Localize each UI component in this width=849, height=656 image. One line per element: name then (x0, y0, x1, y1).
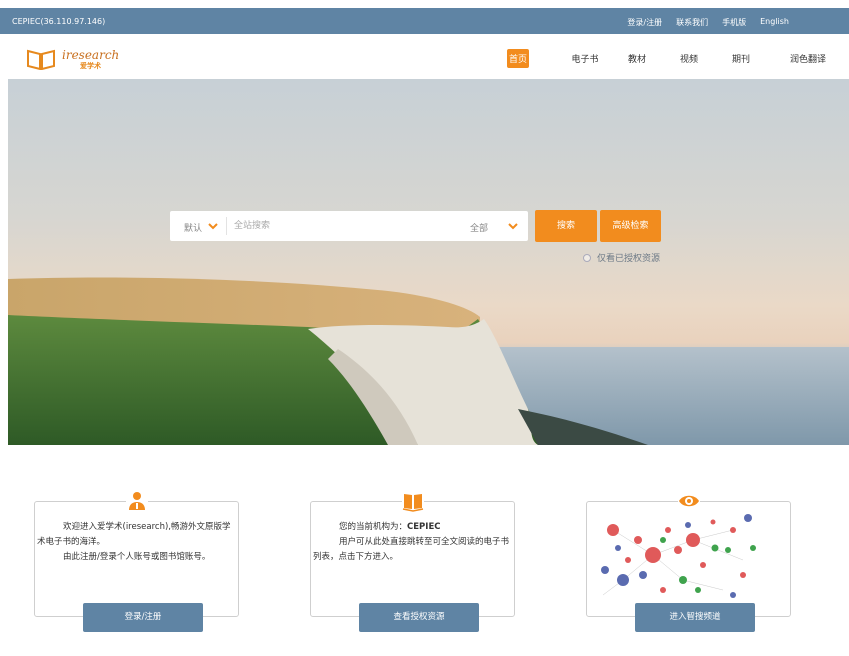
nav-textbooks[interactable]: 教材 (611, 49, 663, 68)
authorized-only-radio[interactable] (583, 253, 591, 262)
authorized-only-label: 仅看已授权资源 (597, 254, 661, 264)
ip-address: CEPIEC(36.110.97.146) (12, 17, 106, 26)
user-icon (125, 490, 148, 512)
header: iresearch 爱学术 首页 电子书 教材 视频 期刊 润色翻译 (0, 34, 849, 79)
book-icon (401, 490, 424, 512)
institution-name: CEPIEC (407, 522, 441, 532)
nav-journals[interactable]: 期刊 (715, 49, 767, 68)
login-register-button[interactable]: 登录/注册 (83, 603, 203, 632)
nav-polish-translate[interactable]: 润色翻译 (767, 49, 849, 68)
main-nav: 首页 电子书 教材 视频 期刊 润色翻译 (507, 49, 849, 68)
hero-banner (8, 79, 849, 445)
nav-ebooks[interactable]: 电子书 (559, 49, 611, 68)
eye-icon (677, 490, 700, 512)
logo-text: iresearch (62, 48, 120, 62)
network-graph-image (601, 514, 756, 598)
english-link[interactable]: English (760, 17, 789, 28)
login-card-text: 欢迎进入爱学术(iresearch),畅游外文原版学术电子书的海洋。 由此注册/… (37, 522, 231, 562)
authorized-only-option[interactable]: 仅看已授权资源 (583, 251, 660, 264)
mobile-version-link[interactable]: 手机版 (722, 17, 746, 28)
view-authorized-button[interactable]: 查看授权资源 (359, 603, 479, 632)
authorized-resources-card: 您的当前机构为：CEPIEC 用户可从此处直接跳转至可全文阅读的电子书列表，点击… (310, 490, 515, 632)
search-scope-select[interactable]: 默认 (184, 221, 202, 234)
top-bar: CEPIEC(36.110.97.146) 登录/注册 联系我们 手机版 Eng… (0, 8, 849, 34)
contact-us-link[interactable]: 联系我们 (676, 17, 708, 28)
smart-search-button[interactable]: 进入智搜频道 (635, 603, 755, 632)
nav-home[interactable]: 首页 (507, 49, 529, 68)
search-category-select[interactable]: 全部 (470, 221, 488, 234)
top-links: 登录/注册 联系我们 手机版 English (627, 17, 849, 28)
chevron-down-icon[interactable] (507, 220, 519, 232)
search-bar: 默认 全部 (170, 211, 528, 241)
advanced-search-button[interactable]: 高级检索 (600, 210, 661, 242)
smart-search-card: 进入智搜频道 (586, 490, 791, 632)
nav-videos[interactable]: 视频 (663, 49, 715, 68)
authorized-card-text: 您的当前机构为：CEPIEC 用户可从此处直接跳转至可全文阅读的电子书列表，点击… (313, 522, 510, 562)
logo-subtext: 爱学术 (80, 62, 101, 70)
search-input[interactable] (234, 218, 444, 234)
search-divider (226, 217, 227, 235)
chevron-down-icon[interactable] (207, 220, 219, 232)
login-register-link[interactable]: 登录/注册 (627, 17, 662, 28)
logo-book-icon (27, 49, 55, 70)
cliff-landscape-image (8, 277, 849, 445)
search-button[interactable]: 搜索 (535, 210, 597, 242)
site-logo[interactable]: iresearch 爱学术 (26, 48, 120, 70)
login-card: 欢迎进入爱学术(iresearch),畅游外文原版学术电子书的海洋。 由此注册/… (34, 490, 239, 632)
